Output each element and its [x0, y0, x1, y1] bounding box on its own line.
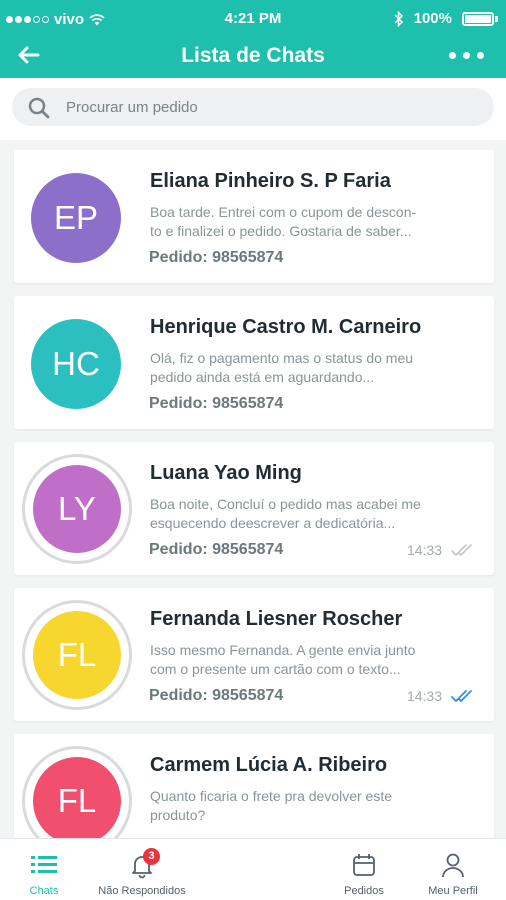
calendar-icon — [353, 854, 375, 876]
message-meta: 14:33 — [407, 688, 478, 704]
notification-badge: 3 — [143, 848, 160, 865]
search-bar — [0, 78, 506, 140]
contact-name: Fernanda Liesner Roscher — [150, 608, 403, 630]
message-preview: Quanto ficaria o frete pra devolver este… — [150, 787, 455, 825]
contact-name: Eliana Pinheiro S. P Faria — [150, 170, 391, 192]
status-bar: vivo 4:21 PM 100% — [0, 0, 506, 36]
tab-label: Não Respondidos — [98, 885, 186, 897]
avatar: FL — [33, 757, 121, 838]
double-check-icon — [451, 544, 472, 556]
tab-label: Pedidos — [344, 885, 384, 897]
chat-card[interactable]: HC Henrique Castro M. Carneiro Olá, fiz … — [14, 296, 494, 429]
avatar: EP — [31, 173, 121, 263]
avatar: FL — [33, 611, 121, 699]
tab-bar: Chats 3 Não Respondidos Pedidos Meu Perf… — [0, 838, 506, 900]
battery-icon — [462, 11, 494, 26]
tab-chats[interactable]: Chats — [0, 839, 88, 900]
user-icon — [442, 853, 464, 878]
preview-line: pedido ainda está em aguardando... — [150, 369, 375, 385]
search-input[interactable] — [66, 88, 476, 126]
chat-card[interactable]: FL Fernanda Liesner Roscher Isso mesmo F… — [14, 588, 494, 721]
order-number: Pedido: 98565874 — [149, 541, 284, 558]
battery-percent: 100% — [413, 10, 452, 27]
message-time: 14:33 — [406, 542, 442, 558]
status-right: 100% — [394, 10, 498, 27]
contact-name: Henrique Castro M. Carneiro — [150, 316, 422, 338]
contact-name: Carmem Lúcia A. Ribeiro — [150, 754, 388, 776]
search-box — [12, 88, 494, 126]
avatar: HC — [31, 319, 121, 409]
order-number: Pedido: 98565874 — [149, 249, 284, 266]
preview-line: com o presente um cartão com o texto... — [150, 661, 401, 677]
tab-label: Meu Perfil — [428, 885, 478, 897]
order-number: Pedido: 98565874 — [149, 395, 284, 412]
preview-line: Isso mesmo Fernanda. A gente envia junto — [150, 642, 416, 658]
preview-line: Olá, fiz o pagamento mas o status do meu — [150, 350, 414, 366]
avatar: LY — [33, 465, 121, 553]
message-preview: Boa noite, Concluí o pedido mas acabei m… — [150, 495, 455, 533]
double-check-icon — [451, 690, 472, 702]
chat-list[interactable]: EP Eliana Pinheiro S. P Faria Boa tarde.… — [0, 140, 506, 838]
bluetooth-icon — [394, 10, 403, 27]
tab-profile[interactable]: Meu Perfil — [410, 839, 496, 900]
message-preview: Isso mesmo Fernanda. A gente envia junto… — [150, 641, 455, 679]
tab-label: Chats — [29, 885, 59, 897]
tab-unanswered[interactable]: 3 Não Respondidos — [88, 839, 196, 900]
preview-line: to e finalizei o pedido. Gostaria de sab… — [150, 223, 412, 239]
search-icon — [28, 97, 50, 119]
preview-line: produto? — [150, 807, 206, 823]
more-icon — [449, 52, 456, 59]
more-button[interactable] — [449, 52, 484, 59]
preview-line: Boa tarde. Entrei com o cupom de descon- — [150, 204, 417, 220]
message-meta: 14:33 — [407, 542, 478, 558]
tab-orders[interactable]: Pedidos — [325, 839, 403, 900]
chat-card[interactable]: EP Eliana Pinheiro S. P Faria Boa tarde.… — [14, 150, 494, 283]
message-preview: Olá, fiz o pagamento mas o status do meu… — [150, 349, 455, 387]
contact-name: Luana Yao Ming — [150, 462, 302, 484]
chat-card[interactable]: LY Luana Yao Ming Boa noite, Concluí o p… — [14, 442, 494, 575]
navbar: Lista de Chats — [0, 36, 506, 78]
order-number: Pedido: 98565874 — [149, 687, 284, 704]
preview-line: Quanto ficaria o frete pra devolver este — [150, 788, 393, 804]
battery-tip — [495, 15, 498, 22]
message-preview: Boa tarde. Entrei com o cupom de descon-… — [150, 203, 455, 241]
preview-line: esquecendo deescrever a dedicatória... — [150, 515, 396, 531]
preview-line: Boa noite, Concluí o pedido mas acabei m… — [150, 496, 421, 512]
chat-card[interactable]: FL Carmem Lúcia A. Ribeiro Quanto ficari… — [14, 734, 494, 838]
page-title: Lista de Chats — [181, 44, 325, 67]
list-icon — [31, 856, 57, 873]
app-header: vivo 4:21 PM 100% Lista de Chats — [0, 0, 506, 78]
message-time: 14:33 — [406, 688, 442, 704]
